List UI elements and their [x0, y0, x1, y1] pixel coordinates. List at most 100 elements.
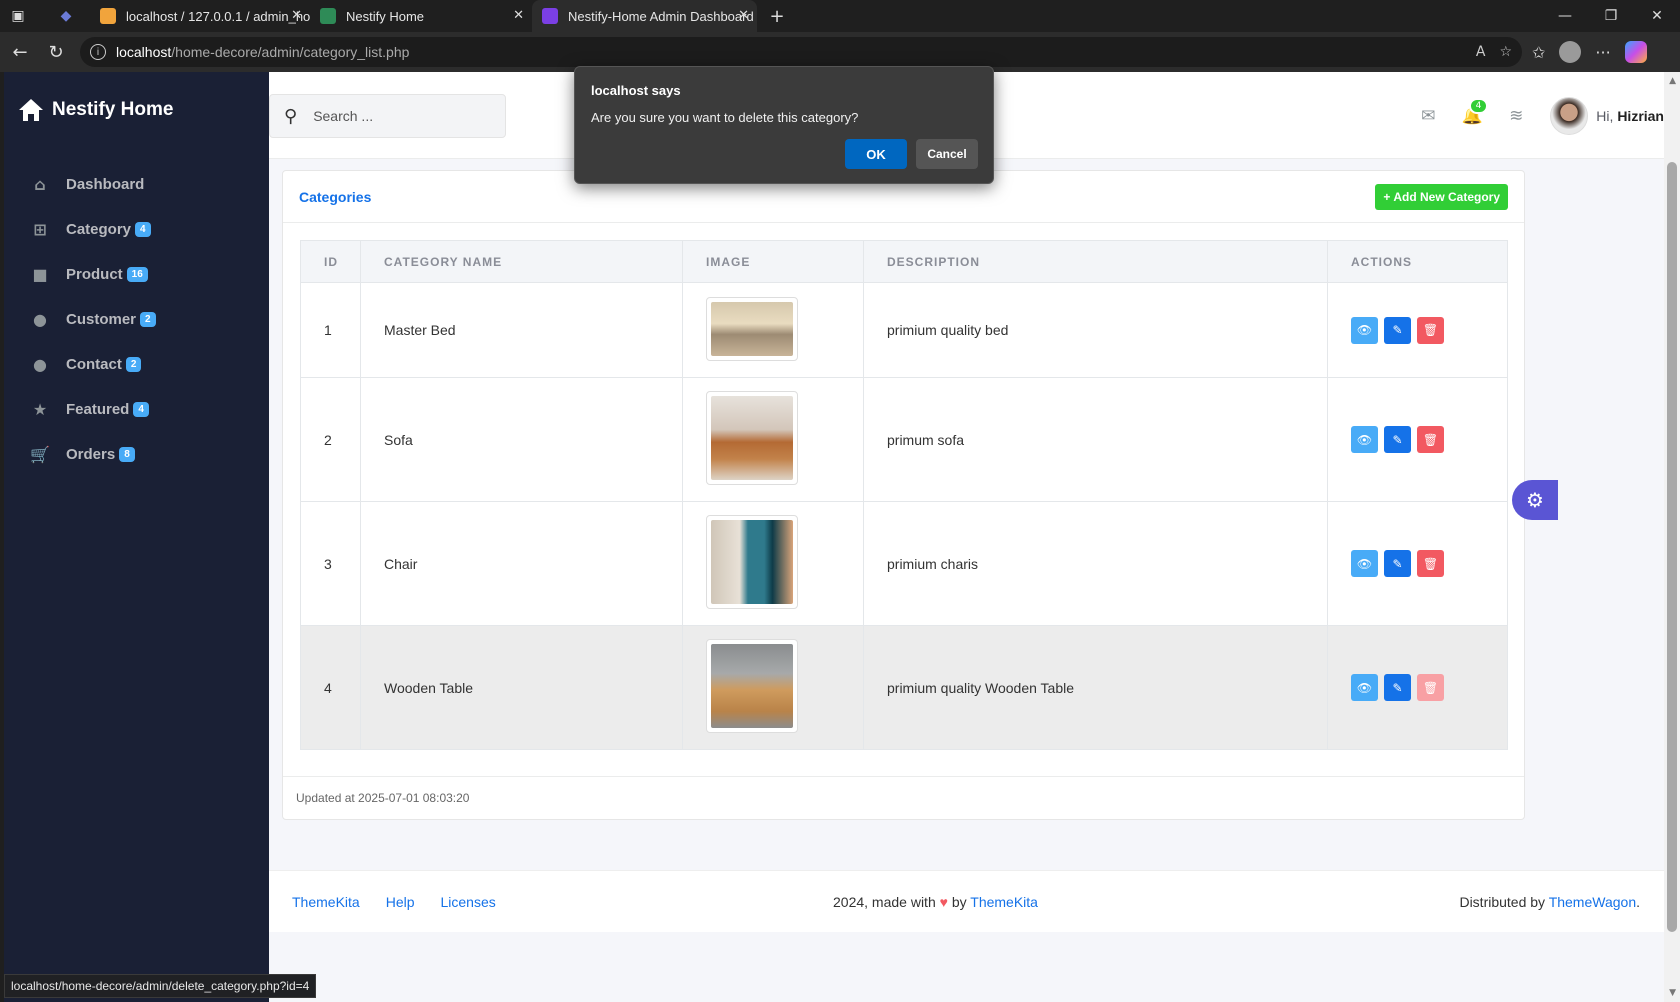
footer-link-themekita[interactable]: ThemeKita: [292, 894, 360, 910]
footer-link-themewagon[interactable]: ThemeWagon: [1549, 894, 1636, 910]
row-actions: 👁 ✎ 🗑: [1327, 625, 1508, 750]
copilot-icon[interactable]: [1624, 41, 1647, 63]
close-tab-icon[interactable]: ✕: [513, 8, 524, 23]
user-icon: ●: [33, 310, 47, 329]
cancel-button[interactable]: Cancel: [916, 139, 978, 169]
edit-button[interactable]: ✎: [1384, 674, 1411, 701]
footer-link-help[interactable]: Help: [386, 894, 415, 910]
sidebar-item-orders[interactable]: 🛒 Orders 8: [4, 432, 269, 477]
favorites-icon[interactable]: ✩: [1532, 43, 1545, 62]
url-host: localhost: [116, 44, 172, 60]
category-image: [706, 639, 798, 733]
add-new-category-button[interactable]: + Add New Category: [1375, 183, 1508, 210]
page-scrollbar[interactable]: ▲ ▼: [1664, 72, 1680, 1002]
row-name: Sofa: [360, 377, 683, 502]
column-header-description: DESCRIPTION: [863, 240, 1328, 283]
dialog-title: localhost says: [591, 83, 681, 98]
scroll-down-icon[interactable]: ▼: [1669, 988, 1676, 998]
close-tab-icon[interactable]: ✕: [738, 8, 749, 23]
layers-icon[interactable]: ≋: [1494, 106, 1538, 126]
brand-name: Nestify Home: [52, 99, 174, 120]
sidebar-item-featured[interactable]: ★ Featured 4: [4, 387, 269, 432]
footer-link-licenses[interactable]: Licenses: [441, 894, 496, 910]
table-image: [711, 644, 793, 728]
row-id: 1: [300, 282, 361, 378]
read-aloud-icon[interactable]: A: [1476, 44, 1486, 60]
categories-table: ID CATEGORY NAME IMAGE DESCRIPTION ACTIO…: [300, 240, 1508, 750]
new-tab-icon[interactable]: +: [763, 2, 791, 30]
heart-icon: ♥: [939, 893, 948, 910]
row-id: 2: [300, 377, 361, 502]
edit-button[interactable]: ✎: [1384, 426, 1411, 453]
made-with-text: 2024, made with: [833, 893, 936, 910]
row-name: Chair: [360, 501, 683, 626]
back-icon[interactable]: ←: [2, 34, 38, 70]
avatar: [1550, 97, 1589, 135]
delete-button[interactable]: 🗑: [1417, 550, 1444, 577]
sidebar-item-category[interactable]: ⊞ Category 4: [4, 207, 269, 252]
delete-button[interactable]: 🗑: [1417, 674, 1444, 701]
status-bar-url: localhost/home-decore/admin/delete_categ…: [4, 974, 317, 998]
minimize-icon[interactable]: —: [1542, 0, 1588, 32]
row-actions: 👁 ✎ 🗑: [1327, 501, 1508, 626]
updated-timestamp: Updated at 2025-07-01 08:03:20: [296, 791, 470, 805]
close-window-icon[interactable]: ✕: [1634, 0, 1680, 32]
scroll-up-icon[interactable]: ▲: [1669, 76, 1676, 86]
more-menu-icon[interactable]: ···: [1595, 43, 1610, 62]
sidebar-item-dashboard[interactable]: ⌂ Dashboard: [4, 162, 269, 207]
top-icons: ✉ 🔔 4 ≋ Hi, Hizrian: [1406, 94, 1664, 138]
view-button[interactable]: 👁: [1351, 316, 1378, 344]
tab-nestify-home[interactable]: Nestify Home ✕: [310, 0, 532, 32]
reload-icon[interactable]: ↻: [38, 34, 74, 70]
user-icon: ●: [33, 355, 47, 374]
delete-button[interactable]: 🗑: [1417, 316, 1444, 344]
favorite-star-icon[interactable]: ☆: [1499, 44, 1512, 60]
search-input[interactable]: ⚲ Search ...: [269, 94, 506, 138]
edit-button[interactable]: ✎: [1384, 316, 1411, 344]
confirm-dialog: localhost says Are you sure you want to …: [574, 66, 994, 184]
distributed-text: Distributed by: [1459, 893, 1546, 910]
profile-avatar-icon[interactable]: [1559, 41, 1582, 63]
sidebar-item-label: Product: [66, 266, 123, 283]
view-button[interactable]: 👁: [1351, 426, 1378, 453]
view-button[interactable]: 👁: [1351, 550, 1378, 577]
tab-phpmyadmin[interactable]: localhost / 127.0.0.1 / admin_hom ✕: [90, 0, 310, 32]
site-info-icon[interactable]: i: [90, 44, 106, 60]
sidebar-item-product[interactable]: ■ Product 16: [4, 252, 269, 297]
sidebar-toggle-icon[interactable]: ▣: [4, 2, 32, 30]
tab-admin-dashboard[interactable]: Nestify-Home Admin Dashboard ✕: [532, 0, 757, 32]
column-header-image: IMAGE: [682, 240, 864, 283]
column-header-actions: ACTIONS: [1327, 240, 1508, 283]
workspace-icon[interactable]: ◆: [52, 2, 80, 30]
delete-button[interactable]: 🗑: [1417, 426, 1444, 453]
settings-gear-icon[interactable]: ⚙: [1512, 480, 1558, 520]
table-row: 1 Master Bed primium quality bed 👁 ✎ 🗑: [300, 282, 1508, 378]
sidebar-item-contact[interactable]: ● Contact 2: [4, 342, 269, 387]
sidebar-item-label: Customer: [66, 311, 137, 328]
brand-logo[interactable]: Nestify Home: [4, 72, 269, 148]
envelope-icon[interactable]: ✉: [1406, 106, 1450, 126]
home-logo-icon: [18, 98, 44, 122]
user-profile[interactable]: Hi, Hizrian: [1550, 97, 1664, 135]
sidebar-menu: ⌂ Dashboard ⊞ Category 4 ■ Product 16 ● …: [4, 162, 269, 477]
ok-button[interactable]: OK: [845, 139, 907, 169]
restore-icon[interactable]: ❐: [1588, 0, 1634, 32]
search-icon[interactable]: ⚲: [284, 106, 297, 127]
bell-icon[interactable]: 🔔 4: [1450, 98, 1494, 126]
sidebar-item-label: Orders: [66, 446, 116, 463]
by-text: by: [951, 893, 967, 910]
count-badge: 4: [135, 222, 151, 237]
category-image: [706, 391, 798, 485]
footer-link-author[interactable]: ThemeKita: [970, 894, 1038, 910]
categories-card: Categories + Add New Category ID CATEGOR…: [282, 170, 1525, 820]
dialog-message: Are you sure you want to delete this cat…: [591, 110, 859, 125]
scrollbar-thumb[interactable]: [1667, 162, 1677, 932]
tab-label: localhost / 127.0.0.1 / admin_hom: [126, 8, 310, 24]
url-path: /home-decore/admin/category_list.php: [171, 44, 410, 60]
close-tab-icon[interactable]: ✕: [291, 8, 302, 23]
sidebar-item-label: Contact: [66, 356, 122, 373]
view-button[interactable]: 👁: [1351, 674, 1378, 701]
edit-button[interactable]: ✎: [1384, 550, 1411, 577]
url-input[interactable]: i localhost/home-decore/admin/category_l…: [80, 37, 1522, 67]
sidebar-item-customer[interactable]: ● Customer 2: [4, 297, 269, 342]
